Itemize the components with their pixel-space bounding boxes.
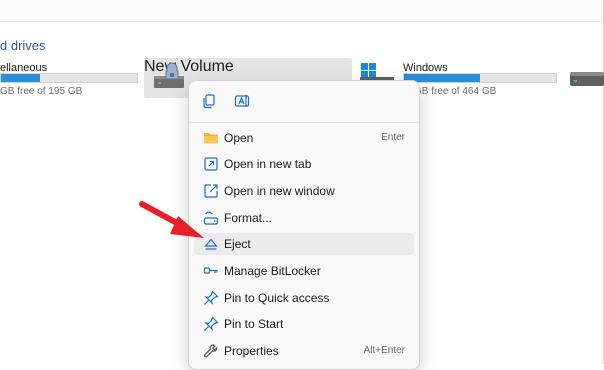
- open-new-window-icon: [203, 183, 219, 199]
- menu-item-pin-to-start[interactable]: Pin to Start: [194, 313, 414, 335]
- menu-item-shortcut: Alt+Enter: [363, 345, 405, 356]
- copy-button[interactable]: [197, 91, 221, 115]
- drive-free-space: GB free of 464 GB: [414, 86, 497, 97]
- menu-item-label: Pin to Start: [224, 317, 284, 331]
- menu-item-open[interactable]: Open Enter: [194, 127, 414, 149]
- menu-divider: [189, 122, 419, 123]
- usb-drive-icon: [148, 60, 188, 99]
- context-menu: Open Enter Open in new tab Open in new w…: [188, 80, 420, 370]
- menu-item-open-in-new-tab[interactable]: Open in new tab: [194, 153, 414, 175]
- rename-icon: [234, 93, 250, 114]
- bitlocker-key-icon: [203, 263, 219, 279]
- hard-drive-icon: [570, 68, 604, 95]
- wrench-icon: [203, 343, 219, 359]
- pin-icon: [203, 290, 219, 306]
- menu-item-shortcut: Enter: [381, 132, 405, 143]
- menu-item-label: Pin to Quick access: [224, 291, 330, 305]
- menu-item-label: Manage BitLocker: [224, 264, 321, 278]
- menu-item-label: Open in new tab: [224, 157, 312, 171]
- top-toolbar-strip: [0, 0, 604, 22]
- folder-icon: [203, 130, 219, 146]
- drive-usage-bar: [403, 73, 557, 83]
- menu-item-label: Properties: [224, 344, 279, 358]
- menu-item-label: Open in new window: [224, 184, 335, 198]
- menu-item-format[interactable]: Format...: [194, 207, 414, 229]
- rename-button[interactable]: [230, 91, 254, 115]
- menu-item-open-in-new-window[interactable]: Open in new window: [194, 180, 414, 202]
- pin-icon: [203, 316, 219, 332]
- menu-item-eject[interactable]: Eject: [194, 233, 414, 255]
- menu-item-pin-to-quick-access[interactable]: Pin to Quick access: [194, 287, 414, 309]
- menu-item-label: Format...: [224, 211, 273, 225]
- open-new-tab-icon: [203, 156, 219, 172]
- annotation-arrow: [138, 198, 206, 247]
- menu-item-manage-bitlocker[interactable]: Manage BitLocker: [194, 260, 414, 282]
- menu-item-label: Open: [224, 131, 254, 145]
- drive-usage-bar: [0, 73, 138, 83]
- menu-item-properties[interactable]: Properties Alt+Enter: [194, 340, 414, 362]
- section-title-drives: d drives: [0, 38, 46, 53]
- menu-item-label: Eject: [224, 237, 251, 251]
- drive-free-space: GB free of 195 GB: [0, 86, 83, 97]
- copy-icon: [201, 93, 217, 114]
